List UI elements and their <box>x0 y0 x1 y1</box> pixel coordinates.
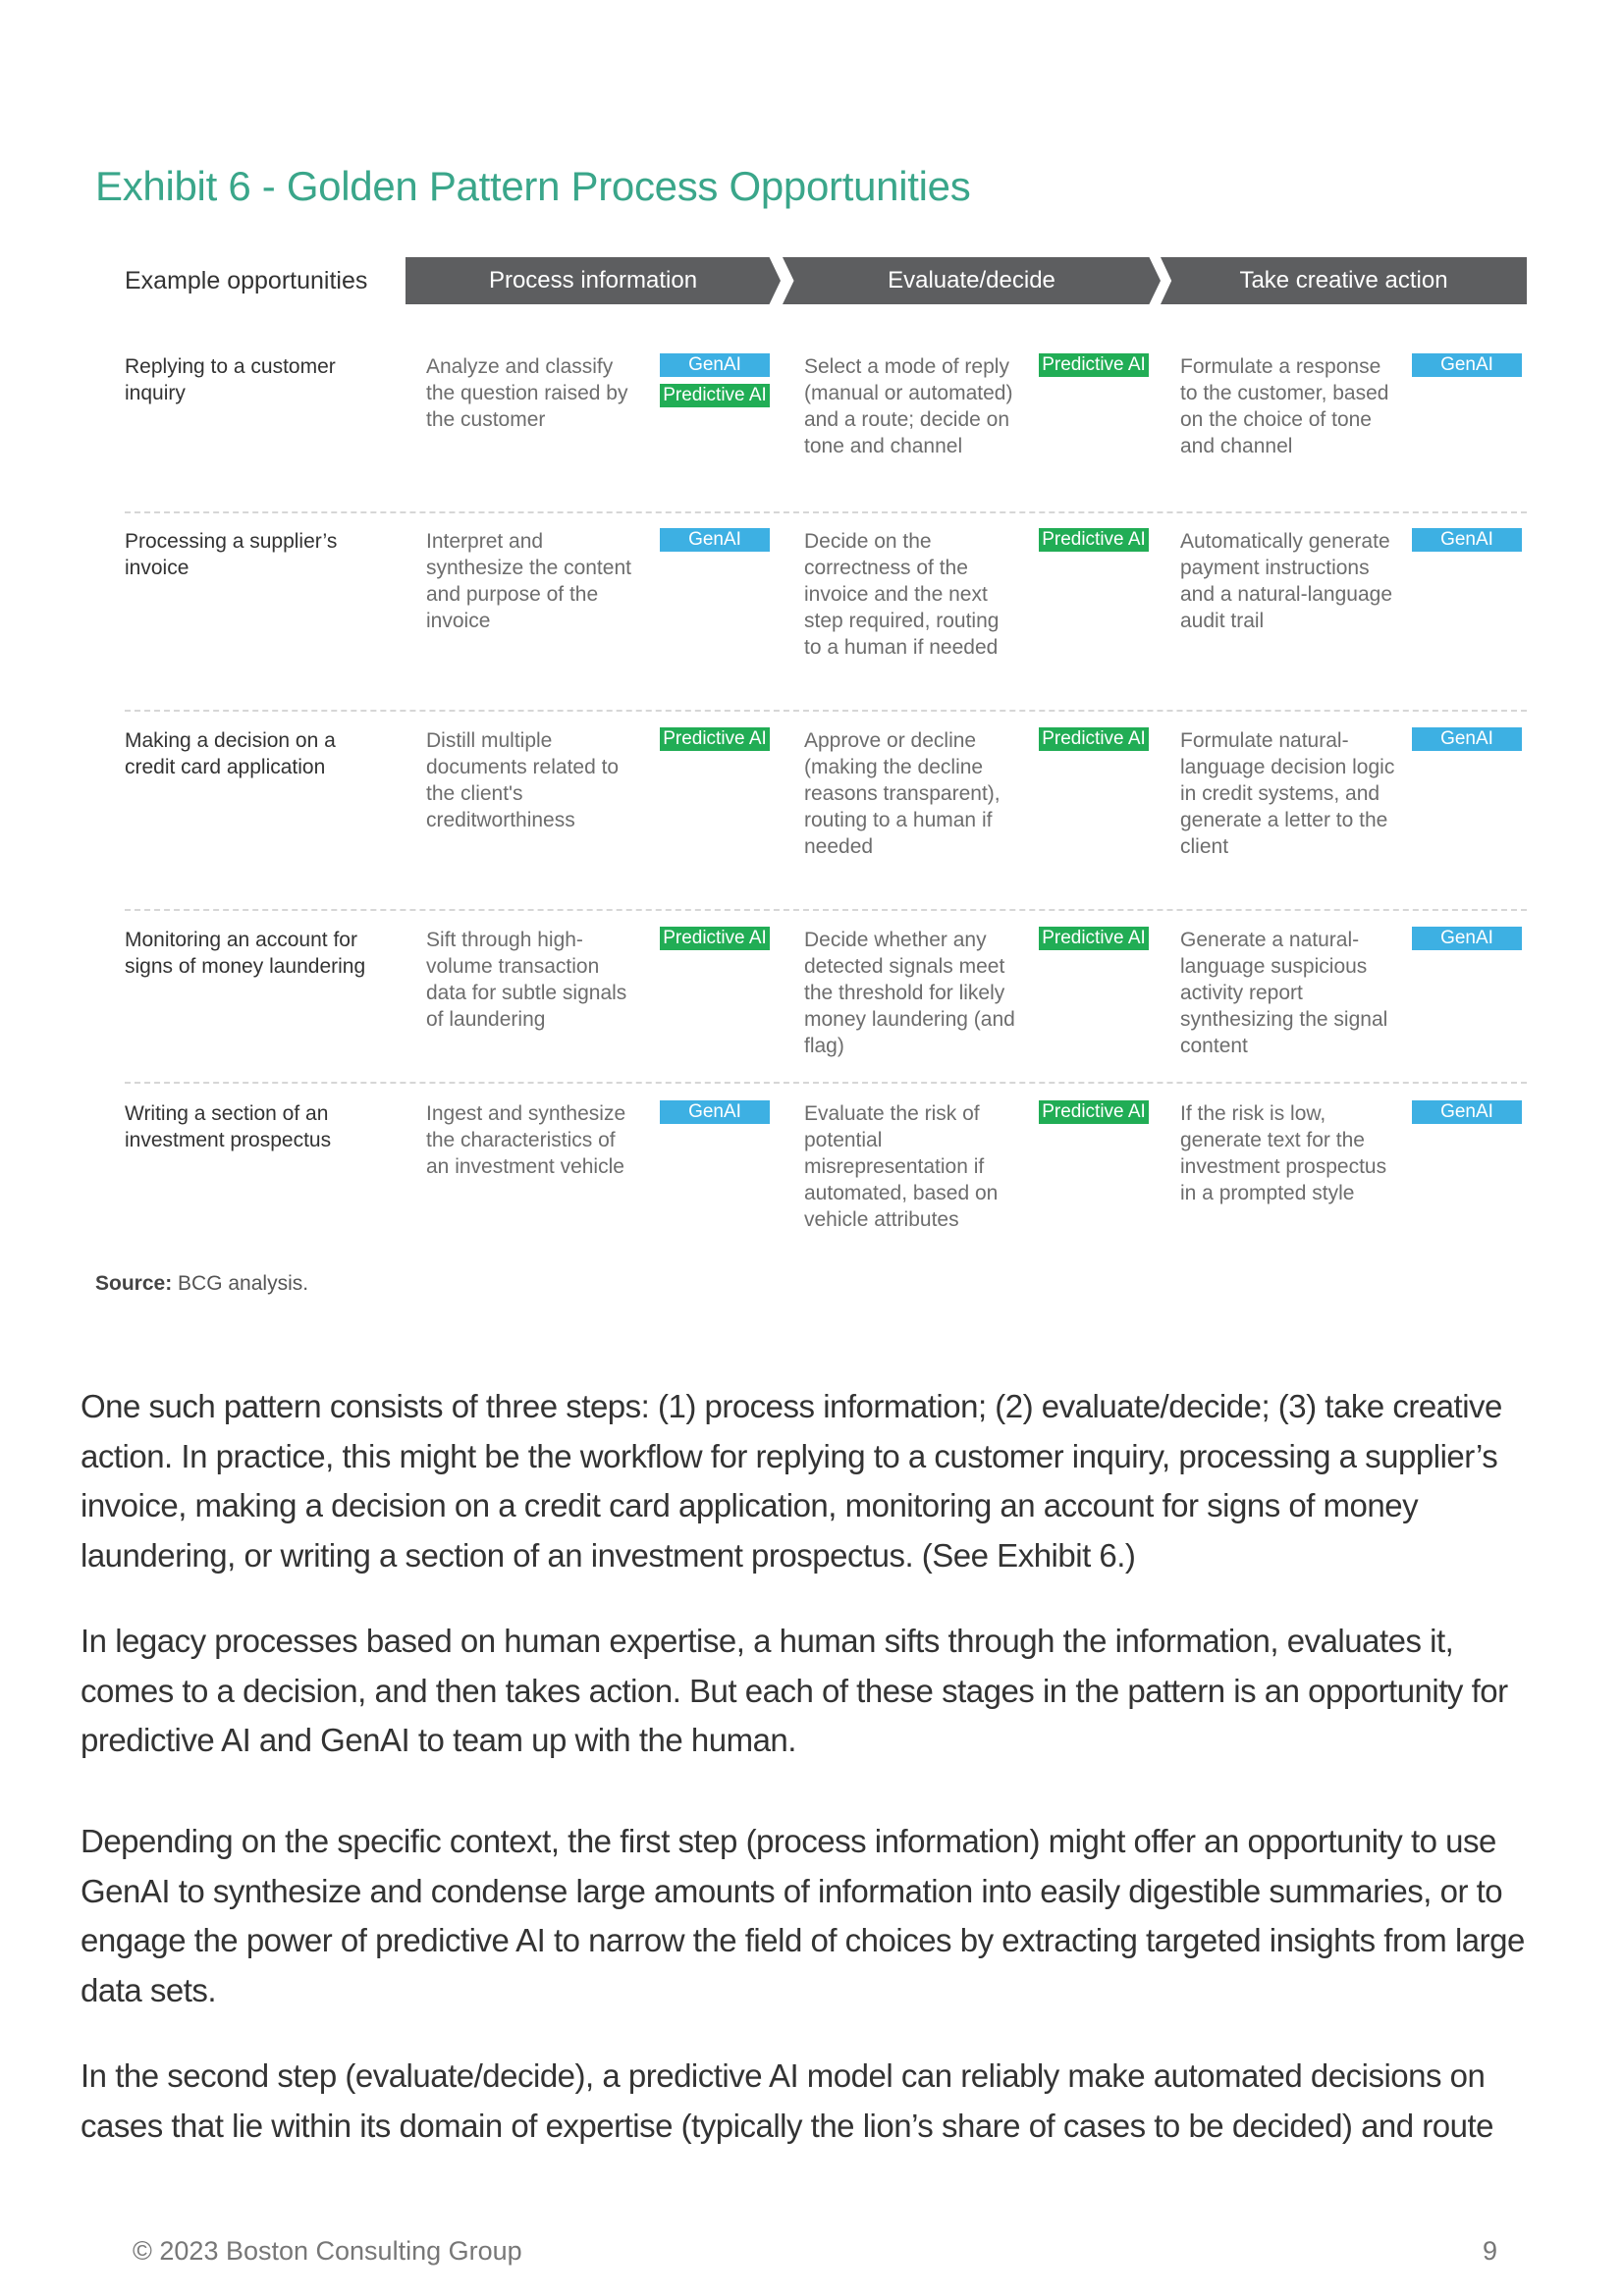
source-note: Source: BCG analysis. <box>95 1272 308 1296</box>
source-label: Source: <box>95 1272 173 1295</box>
cell-description: Ingest and synthesize the characteristic… <box>426 1102 626 1178</box>
cell-description: Decide whether any detected signals meet… <box>804 929 1015 1057</box>
row-label: Making a decision on a credit card appli… <box>125 729 336 778</box>
cell-description: Evaluate the risk of potential misrepres… <box>804 1102 999 1231</box>
body-paragraph: In the second step (evaluate/decide), a … <box>81 2057 1494 2144</box>
exhibit-title: Exhibit 6 - Golden Pattern Process Oppor… <box>95 163 971 209</box>
predictive-ai-badge: Predictive AI <box>660 384 770 407</box>
genai-badge: GenAI <box>660 1100 770 1124</box>
badge-group: Predictive AI <box>660 927 770 950</box>
badge-group: Predictive AI <box>660 727 770 751</box>
badge-group: Predictive AI <box>1039 528 1149 552</box>
step-evaluate-decide: Evaluate/decide <box>783 257 1161 304</box>
body-paragraph: One such pattern consists of three steps… <box>81 1388 1502 1574</box>
badge-group: GenAI <box>1412 528 1522 552</box>
cell-description: Automatically generate payment instructi… <box>1180 530 1393 632</box>
badge-group: GenAI <box>1412 927 1522 950</box>
predictive-ai-badge: Predictive AI <box>660 727 770 751</box>
cell-description: Generate a natural-language suspicious a… <box>1180 929 1388 1057</box>
predictive-ai-badge: Predictive AI <box>1039 1100 1149 1124</box>
badge-group: Predictive AI <box>1039 727 1149 751</box>
cell-description: Decide on the correctness of the invoice… <box>804 530 1000 659</box>
page-number: 9 <box>1483 2236 1498 2266</box>
cell-description: Interpret and synthesize the content and… <box>426 530 631 632</box>
badge-group: GenAI <box>1412 727 1522 751</box>
cell-description: Select a mode of reply (manual or automa… <box>804 355 1013 457</box>
cell-description: Distill multiple documents related to th… <box>426 729 620 831</box>
genai-badge: GenAI <box>1412 353 1522 377</box>
row-label: Replying to a customer inquiry <box>125 355 336 404</box>
row-label: Processing a supplier’s invoice <box>125 530 338 579</box>
genai-badge: GenAI <box>660 528 770 552</box>
body-paragraph: In legacy processes based on human exper… <box>81 1623 1508 1758</box>
source-text: BCG analysis. <box>172 1272 309 1295</box>
row-divider <box>125 710 1527 712</box>
cell-description: If the risk is low, generate text for th… <box>1180 1102 1387 1204</box>
badge-group: GenAI <box>1412 1100 1522 1124</box>
genai-badge: GenAI <box>1412 927 1522 950</box>
row-divider <box>125 511 1527 513</box>
body-paragraph: Depending on the specific context, the f… <box>81 1823 1525 2008</box>
badge-group: GenAI <box>660 528 770 552</box>
row-label: Writing a section of an investment prosp… <box>125 1102 332 1151</box>
step-take-creative-action: Take creative action <box>1161 257 1527 304</box>
badge-group: GenAI <box>660 1100 770 1124</box>
genai-badge: GenAI <box>1412 1100 1522 1124</box>
cell-description: Approve or decline (making the decline r… <box>804 729 1001 858</box>
exhibit-header: Example opportunities Process informatio… <box>0 257 1623 304</box>
badge-group: Predictive AI <box>1039 1100 1149 1124</box>
cell-description: Sift through high-volume transaction dat… <box>426 929 627 1031</box>
step-process-information: Process information <box>406 257 781 304</box>
predictive-ai-badge: Predictive AI <box>1039 528 1149 552</box>
cell-description: Analyze and classify the question raised… <box>426 355 628 431</box>
genai-badge: GenAI <box>1412 727 1522 751</box>
badge-group: GenAI <box>1412 353 1522 377</box>
badge-group: Predictive AI <box>1039 927 1149 950</box>
row-divider <box>125 1082 1527 1084</box>
predictive-ai-badge: Predictive AI <box>1039 353 1149 377</box>
predictive-ai-badge: Predictive AI <box>1039 727 1149 751</box>
predictive-ai-badge: Predictive AI <box>660 927 770 950</box>
badge-group: Predictive AI <box>1039 353 1149 377</box>
header-label: Example opportunities <box>125 267 368 294</box>
row-divider <box>125 909 1527 911</box>
cell-description: Formulate natural-language decision logi… <box>1180 729 1395 858</box>
predictive-ai-badge: Predictive AI <box>1039 927 1149 950</box>
genai-badge: GenAI <box>1412 528 1522 552</box>
footer-copyright: © 2023 Boston Consulting Group <box>133 2236 522 2266</box>
row-label: Monitoring an account for signs of money… <box>125 929 366 978</box>
badge-group: GenAI Predictive AI <box>660 353 770 407</box>
cell-description: Formulate a response to the customer, ba… <box>1180 355 1389 457</box>
genai-badge: GenAI <box>660 353 770 377</box>
